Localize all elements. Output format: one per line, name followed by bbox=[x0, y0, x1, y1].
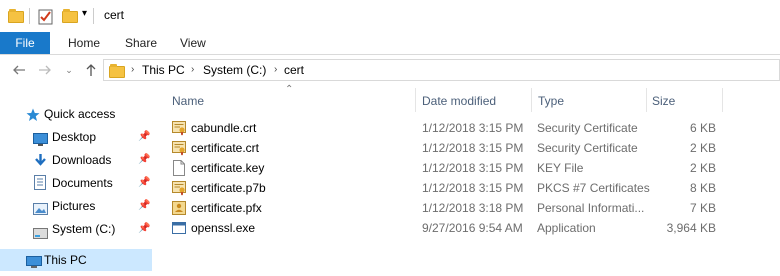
pin-icon[interactable]: 📌 bbox=[138, 172, 150, 194]
tab-file[interactable]: File bbox=[0, 32, 50, 54]
sidebar-item-label: This PC bbox=[44, 253, 87, 267]
sidebar-item-label: Desktop bbox=[52, 130, 97, 144]
file-date: 1/12/2018 3:15 PM bbox=[422, 121, 524, 135]
file-date: 9/27/2016 9:54 AM bbox=[422, 221, 523, 235]
sidebar-item-this-pc[interactable]: This PC bbox=[0, 249, 152, 271]
sidebar-item-label: Documents bbox=[52, 176, 113, 190]
file-name: cabundle.crt bbox=[191, 121, 257, 135]
sidebar-item-label: Downloads bbox=[52, 153, 112, 167]
file-date: 1/12/2018 3:15 PM bbox=[422, 161, 524, 175]
properties-icon[interactable] bbox=[38, 9, 54, 25]
customize-toolbar-icon[interactable]: ▾ bbox=[82, 8, 87, 19]
file-type: KEY File bbox=[537, 161, 584, 175]
window-title: cert bbox=[104, 8, 125, 22]
file-date: 1/12/2018 3:15 PM bbox=[422, 181, 524, 195]
file-date: 1/12/2018 3:15 PM bbox=[422, 141, 524, 155]
breadcrumb-this-pc[interactable]: This PC bbox=[142, 60, 185, 80]
tab-share[interactable]: Share bbox=[125, 32, 157, 54]
sidebar-item-label: Quick access bbox=[44, 107, 116, 121]
sidebar-item-desktop[interactable]: Desktop 📌 bbox=[0, 126, 152, 148]
column-header-date-modified[interactable]: Date modified bbox=[422, 91, 496, 111]
ribbon bbox=[0, 32, 780, 55]
personal-info-icon bbox=[172, 200, 186, 216]
pin-icon[interactable]: 📌 bbox=[138, 149, 150, 171]
application-icon bbox=[172, 220, 186, 236]
file-name: openssl.exe bbox=[191, 221, 256, 235]
back-button[interactable] bbox=[10, 62, 28, 78]
file-size: 7 KB bbox=[689, 201, 716, 215]
title-bar: ▾ cert bbox=[0, 0, 780, 32]
chevron-right-icon[interactable]: › bbox=[131, 60, 134, 80]
file-row[interactable]: certificate.pfx 1/12/2018 3:18 PM Person… bbox=[164, 198, 724, 218]
computer-icon bbox=[26, 254, 42, 276]
file-name: certificate.pfx bbox=[191, 201, 262, 215]
column-divider[interactable] bbox=[531, 88, 532, 112]
up-button[interactable] bbox=[82, 62, 100, 78]
file-type: Security Certificate bbox=[537, 121, 638, 135]
chevron-right-icon[interactable]: › bbox=[274, 60, 277, 80]
documents-icon bbox=[34, 175, 47, 197]
file-type: PKCS #7 Certificates bbox=[537, 181, 650, 195]
file-size: 6 KB bbox=[689, 121, 716, 135]
column-divider[interactable] bbox=[722, 88, 723, 112]
divider bbox=[29, 8, 30, 24]
file-row[interactable]: certificate.crt 1/12/2018 3:15 PM Securi… bbox=[164, 138, 724, 158]
folder-icon[interactable] bbox=[8, 9, 24, 23]
file-size: 2 KB bbox=[689, 161, 716, 175]
column-header-type[interactable]: Type bbox=[538, 91, 564, 111]
file-size: 2 KB bbox=[689, 141, 716, 155]
file-type: Application bbox=[537, 221, 596, 235]
breadcrumb-cert[interactable]: cert bbox=[284, 60, 304, 80]
sidebar-item-documents[interactable]: Documents 📌 bbox=[0, 172, 152, 194]
file-row[interactable]: openssl.exe 9/27/2016 9:54 AM Applicatio… bbox=[164, 218, 724, 238]
sidebar-item-system-c[interactable]: System (C:) 📌 bbox=[0, 218, 152, 240]
file-icon bbox=[172, 160, 186, 176]
pin-icon[interactable]: 📌 bbox=[138, 218, 150, 240]
file-size: 3,964 KB bbox=[666, 221, 716, 235]
file-name: certificate.key bbox=[191, 161, 265, 175]
chevron-right-icon[interactable]: › bbox=[191, 60, 194, 80]
sidebar-item-pictures[interactable]: Pictures 📌 bbox=[0, 195, 152, 217]
file-type: Security Certificate bbox=[537, 141, 638, 155]
recent-locations-icon[interactable]: ⌄ bbox=[60, 62, 78, 78]
file-row[interactable]: certificate.p7b 1/12/2018 3:15 PM PKCS #… bbox=[164, 178, 724, 198]
column-header-name[interactable]: Name bbox=[172, 91, 204, 111]
certificate-icon bbox=[172, 180, 186, 196]
file-row[interactable]: certificate.key 1/12/2018 3:15 PM KEY Fi… bbox=[164, 158, 724, 178]
new-folder-icon[interactable] bbox=[62, 9, 78, 23]
sidebar-item-label: System (C:) bbox=[52, 222, 116, 236]
certificate-icon bbox=[172, 120, 186, 136]
drive-icon bbox=[33, 224, 48, 246]
forward-button[interactable] bbox=[36, 62, 54, 78]
file-type: Personal Informati... bbox=[537, 201, 645, 215]
file-row[interactable]: cabundle.crt 1/12/2018 3:15 PM Security … bbox=[164, 118, 724, 138]
sort-ascending-icon: ⌃ bbox=[285, 84, 294, 95]
pin-icon[interactable]: 📌 bbox=[138, 126, 150, 148]
breadcrumb-system-c[interactable]: System (C:) bbox=[203, 60, 266, 80]
tab-home[interactable]: Home bbox=[68, 32, 100, 54]
column-divider[interactable] bbox=[415, 88, 416, 112]
sidebar-item-quick-access[interactable]: Quick access bbox=[0, 103, 152, 125]
sidebar-item-downloads[interactable]: Downloads 📌 bbox=[0, 149, 152, 171]
certificate-icon bbox=[172, 140, 186, 156]
tab-view[interactable]: View bbox=[180, 32, 206, 54]
navigation-pane: Quick access Desktop 📌 Downloads 📌 Docum… bbox=[0, 88, 152, 275]
column-header-size[interactable]: Size bbox=[652, 91, 675, 111]
file-date: 1/12/2018 3:18 PM bbox=[422, 201, 524, 215]
pin-icon[interactable]: 📌 bbox=[138, 195, 150, 217]
divider bbox=[93, 8, 94, 24]
file-name: certificate.crt bbox=[191, 141, 260, 155]
file-size: 8 KB bbox=[689, 181, 716, 195]
sidebar-item-label: Pictures bbox=[52, 199, 96, 213]
column-divider[interactable] bbox=[646, 88, 647, 112]
address-bar[interactable]: › This PC › System (C:) › cert bbox=[103, 59, 780, 81]
file-name: certificate.p7b bbox=[191, 181, 266, 195]
